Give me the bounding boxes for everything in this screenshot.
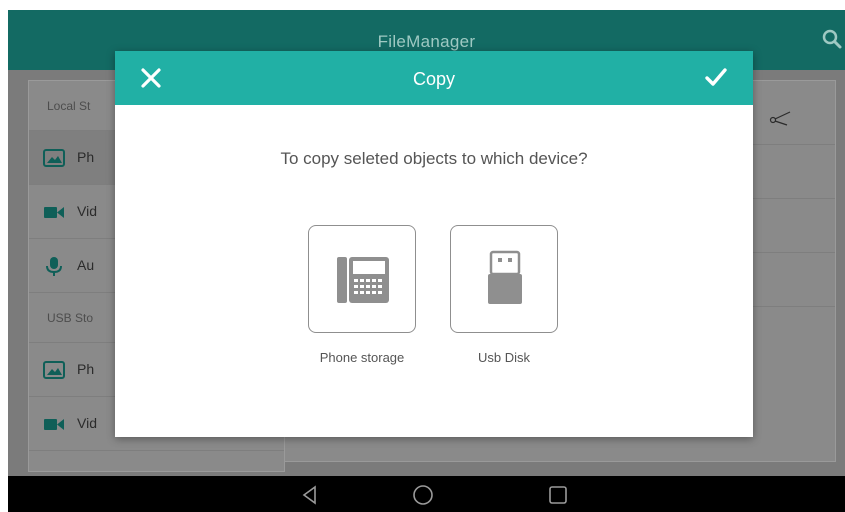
desk-phone-icon [337, 257, 389, 303]
back-triangle-icon[interactable] [298, 483, 322, 507]
video-icon [44, 419, 64, 430]
check-icon[interactable] [704, 66, 728, 88]
image-icon [43, 361, 65, 379]
usb-disk-option[interactable] [450, 225, 558, 333]
video-icon [44, 207, 64, 218]
sidebar-item-label: Au [77, 257, 95, 273]
image-icon [43, 149, 65, 167]
dialog-header: Copy [115, 51, 753, 105]
sidebar-item-label: Vid [77, 415, 97, 431]
app-title: FileManager [377, 32, 476, 51]
copy-prompt: To copy seleted objects to which device? [280, 149, 588, 168]
dialog-title: Copy [412, 69, 456, 89]
copy-dialog: Copy To copy seleted objects to which de… [115, 51, 753, 437]
recents-square-icon[interactable] [546, 483, 570, 507]
sidebar-item-label: Ph [77, 149, 95, 165]
usb-disk-label: Usb Disk [477, 350, 530, 365]
search-icon[interactable] [821, 28, 843, 50]
usb-drive-icon [488, 250, 522, 304]
phone-storage-label: Phone storage [319, 350, 405, 365]
sidebar-item-label: Vid [77, 203, 97, 219]
home-circle-icon[interactable] [411, 483, 435, 507]
system-navigation-bar [8, 476, 845, 512]
phone-storage-option[interactable] [308, 225, 416, 333]
sidebar-item-label: Ph [77, 361, 95, 377]
scissors-icon[interactable] [769, 109, 791, 127]
microphone-icon [46, 257, 62, 276]
